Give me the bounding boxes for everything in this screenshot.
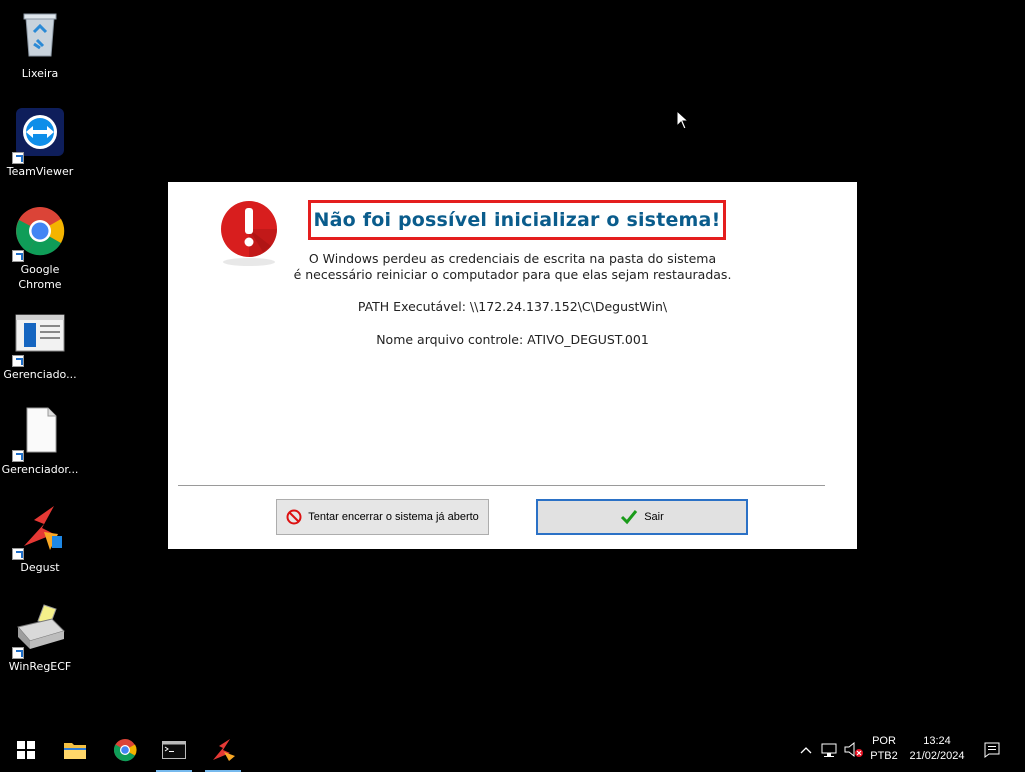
- control-file-text: Nome arquivo controle: ATIVO_DEGUST.001: [376, 332, 649, 347]
- taskbar-chrome[interactable]: [103, 728, 147, 772]
- shortcut-arrow-icon: [12, 250, 24, 262]
- clock[interactable]: 13:24 21/02/2024: [904, 735, 970, 762]
- teamviewer-icon: [12, 108, 66, 164]
- clock-date: 21/02/2024: [909, 750, 965, 762]
- volume-button[interactable]: [842, 728, 866, 772]
- message-line-1: O Windows perdeu as credenciais de escri…: [308, 251, 717, 266]
- windows-start-icon: [17, 741, 35, 759]
- shortcut-arrow-icon: [12, 548, 24, 560]
- taskbar-command-prompt[interactable]: [152, 728, 196, 772]
- executable-path-text: PATH Executável: \\172.24.137.152\C\Degu…: [357, 299, 668, 314]
- desktop-icon-label: Lixeira: [21, 67, 59, 80]
- desktop-icon-lixeira[interactable]: Lixeira: [0, 10, 80, 81]
- shortcut-arrow-icon: [12, 647, 24, 659]
- show-hidden-icons-button[interactable]: [794, 728, 818, 772]
- desktop-icon-winregecf[interactable]: WinRegECF: [0, 603, 80, 674]
- try-close-system-label: Tentar encerrar o sistema já aberto: [308, 511, 479, 523]
- window-app-icon: [12, 311, 66, 367]
- desktop-icon-google-chrome[interactable]: Google Chrome: [0, 206, 80, 292]
- shortcut-arrow-icon: [12, 355, 24, 367]
- desktop-icon-gerenciador[interactable]: Gerenciador...: [0, 406, 80, 477]
- degust-icon: [12, 504, 66, 560]
- desktop-icon-label: Gerenciador...: [1, 463, 79, 476]
- degust-icon: [213, 739, 235, 761]
- dialog-title: Não foi possível inicializar o sistema!: [313, 209, 721, 231]
- block-icon: [286, 509, 302, 525]
- start-button[interactable]: [4, 728, 48, 772]
- try-close-system-button[interactable]: Tentar encerrar o sistema já aberto: [276, 499, 489, 535]
- chevron-up-icon: [800, 747, 812, 754]
- shortcut-arrow-icon: [12, 450, 24, 462]
- chrome-icon: [113, 739, 137, 762]
- taskbar-degust[interactable]: [201, 728, 245, 772]
- language-code: POR: [872, 735, 896, 747]
- taskbar: POR PTB2 13:24 21/02/2024: [0, 728, 1025, 772]
- exit-button[interactable]: Sair: [536, 499, 748, 535]
- keyboard-layout: PTB2: [870, 750, 898, 762]
- desktop-icon-gerenciado[interactable]: Gerenciado...: [0, 311, 80, 382]
- message-line-2: é necessário reiniciar o computador para…: [293, 267, 732, 282]
- desktop-icon-teamviewer[interactable]: TeamViewer: [0, 108, 80, 179]
- recycle-bin-icon: [14, 10, 66, 62]
- exit-button-label: Sair: [644, 511, 664, 523]
- chrome-icon: [12, 206, 66, 262]
- file-explorer-icon: [64, 743, 86, 759]
- mouse-cursor-icon: [676, 109, 690, 134]
- dialog-title-box: Não foi possível inicializar o sistema!: [308, 200, 726, 240]
- desktop-icon-label: Gerenciado...: [3, 368, 77, 381]
- desktop-icon-label: Google Chrome: [18, 263, 62, 291]
- blank-file-icon: [12, 406, 66, 462]
- notification-icon: [984, 742, 1000, 758]
- clock-time: 13:24: [923, 735, 951, 747]
- desktop-icon-degust[interactable]: Degust: [0, 504, 80, 575]
- dialog-divider: [178, 485, 825, 486]
- printer-icon: [12, 603, 66, 659]
- network-status-button[interactable]: [818, 728, 842, 772]
- error-dialog: Não foi possível inicializar o sistema! …: [168, 182, 857, 549]
- desktop-icon-label: WinRegECF: [8, 660, 72, 673]
- shortcut-arrow-icon: [12, 152, 24, 164]
- command-prompt-icon: [162, 741, 186, 759]
- taskbar-file-explorer[interactable]: [53, 728, 97, 772]
- desktop-icon-label: Degust: [20, 561, 60, 574]
- language-indicator[interactable]: POR PTB2: [866, 735, 902, 762]
- desktop-icon-label: TeamViewer: [6, 165, 74, 178]
- checkmark-icon: [621, 510, 638, 525]
- network-icon: [821, 743, 837, 757]
- action-center-button[interactable]: [980, 728, 1004, 772]
- volume-muted-icon: [844, 742, 863, 758]
